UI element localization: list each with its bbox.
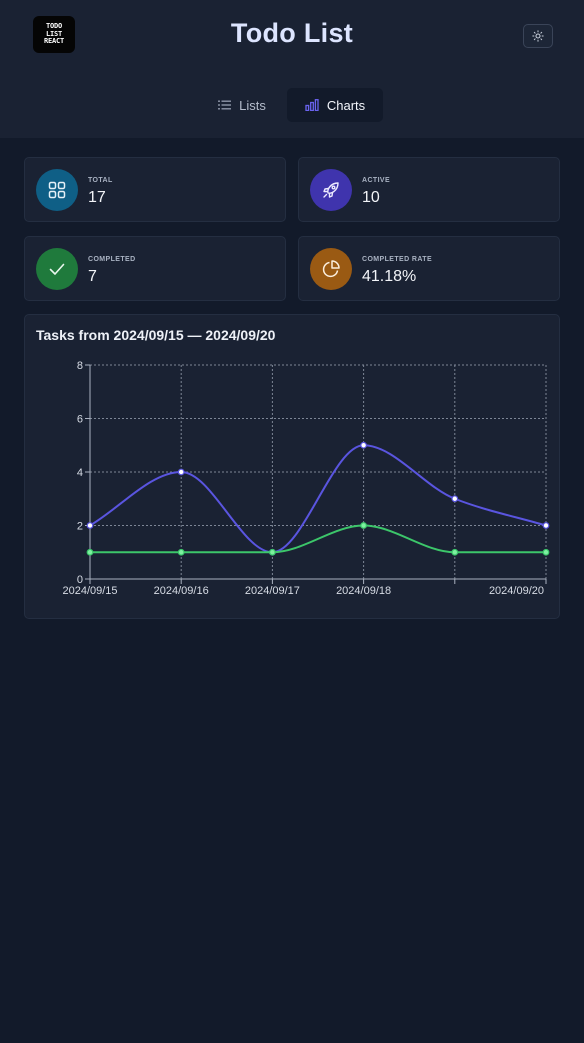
data-point [177, 548, 185, 556]
data-point [177, 468, 185, 476]
stat-label: COMPLETED RATE [362, 256, 433, 263]
series-line-1 [90, 524, 546, 554]
stat-card-completed-rate: COMPLETED RATE 41.18% [298, 236, 560, 301]
data-point [542, 548, 550, 556]
stat-label: ACTIVE [362, 177, 391, 184]
data-point [542, 522, 550, 529]
stat-value: 7 [88, 268, 97, 285]
sun-icon [532, 30, 544, 42]
data-point [268, 548, 276, 556]
tab-charts-label: Charts [326, 97, 366, 113]
grid-icon [48, 181, 66, 199]
tab-lists[interactable]: Lists [206, 88, 278, 122]
tasks-line-chart: 024682024/09/15 2024/09/16 2024/09/17 2024/… [62, 360, 550, 597]
stat-label: COMPLETED [88, 256, 136, 263]
x-tick-label: 2024/09/20 [489, 585, 544, 597]
data-point [86, 522, 94, 529]
stat-icon-active [310, 169, 352, 211]
stat-card-total: TOTAL 17 [24, 157, 286, 222]
pie-chart-icon [322, 260, 340, 278]
stat-value: 10 [362, 189, 380, 206]
tab-charts[interactable]: Charts [287, 88, 383, 122]
stat-icon-total [36, 169, 78, 211]
data-point [451, 495, 459, 503]
stat-icon-completed-rate [310, 248, 352, 290]
y-tick-label: 4 [77, 467, 83, 479]
x-tick-label: 2024/09/16 [154, 585, 209, 597]
stat-value: 17 [88, 189, 106, 206]
rocket-icon [323, 182, 339, 198]
x-tick-label: 2024/09/15 [62, 585, 117, 597]
stat-card-active: ACTIVE 10 [298, 157, 560, 222]
tab-lists-label: Lists [239, 97, 266, 113]
check-icon [49, 263, 65, 275]
chart-card: Tasks from 2024/09/15 — 2024/09/20 02468… [24, 314, 560, 619]
y-tick-label: 8 [77, 360, 83, 372]
bar-chart-icon [305, 99, 319, 111]
x-tick-label: 2024/09/17 [245, 585, 300, 597]
stat-value: 41.18% [362, 268, 417, 285]
theme-toggle-button[interactable] [523, 24, 553, 48]
y-tick-label: 2 [77, 521, 83, 533]
app-header: TODO LIST REACT Todo List Lists Charts [0, 0, 584, 138]
stat-card-completed: COMPLETED 7 [24, 236, 286, 301]
list-icon [218, 100, 232, 110]
view-tabs: Lists Charts [0, 88, 584, 122]
data-point [360, 522, 368, 529]
data-point [451, 548, 459, 556]
stat-label: TOTAL [88, 177, 113, 184]
page-title: Todo List [230, 18, 354, 48]
data-point [86, 548, 94, 556]
stat-icon-completed [36, 248, 78, 290]
x-tick-label: 2024/09/18 [336, 585, 391, 597]
y-tick-label: 6 [77, 414, 83, 426]
data-point [360, 441, 368, 449]
series-line-0 [89, 444, 547, 554]
